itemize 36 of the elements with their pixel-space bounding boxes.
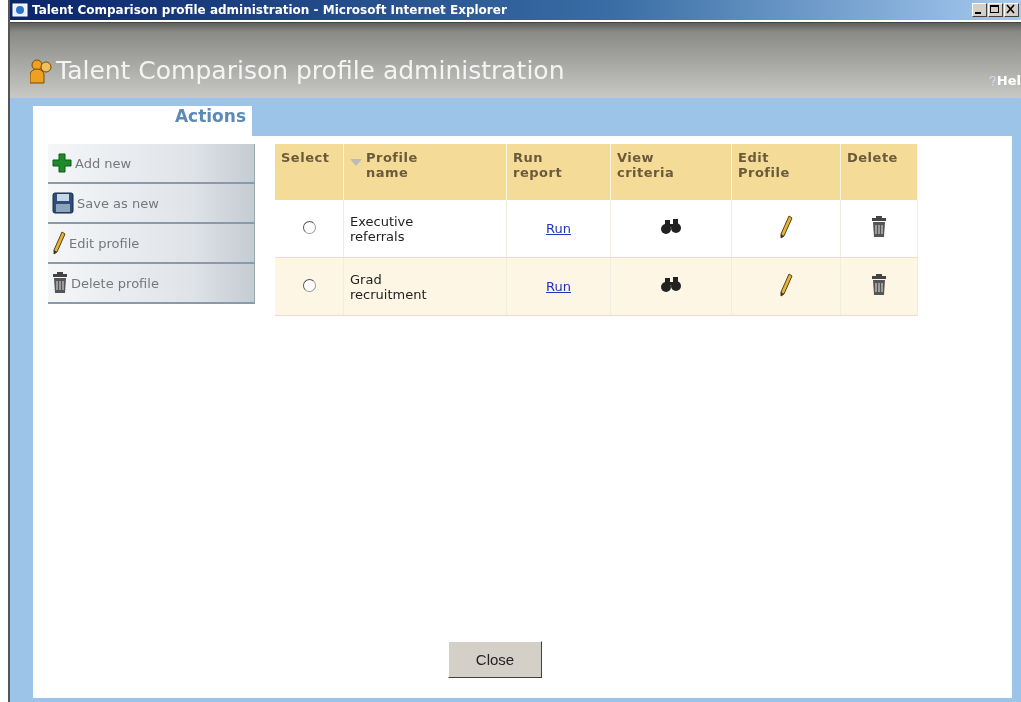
action-button[interactable]: Edit profile xyxy=(48,224,255,264)
run-link[interactable]: Run xyxy=(546,279,571,294)
action-button[interactable]: Add new xyxy=(48,144,255,184)
people-icon xyxy=(30,58,54,85)
minimize-icon xyxy=(975,12,981,14)
column-header[interactable]: Delete xyxy=(847,150,898,165)
help-icon xyxy=(988,75,996,86)
close-window-button[interactable] xyxy=(1004,3,1019,17)
plus-icon xyxy=(52,153,72,173)
pencil-icon xyxy=(779,273,793,297)
page-title: Talent Comparison profile administration xyxy=(56,56,566,85)
column-header[interactable]: Profile name xyxy=(366,150,418,180)
action-button[interactable]: Delete profile xyxy=(48,264,255,304)
window-title: Talent Comparison profile administration - Microsoft Internet Explorer xyxy=(32,3,508,17)
edit-profile-button[interactable] xyxy=(779,215,793,242)
profile-name: Grad recruitment xyxy=(350,271,427,302)
binoculars-icon xyxy=(661,277,681,293)
trash-can-icon xyxy=(52,272,68,294)
column-header[interactable]: Select xyxy=(281,150,330,165)
radio-button[interactable] xyxy=(302,220,316,234)
pencil-icon xyxy=(779,215,793,239)
maximize-icon xyxy=(989,4,1000,14)
minimize-button[interactable] xyxy=(972,3,987,17)
trash-can-icon xyxy=(871,216,887,238)
radio-button[interactable] xyxy=(302,278,316,292)
run-link[interactable]: Run xyxy=(546,221,571,236)
close-button[interactable]: Close xyxy=(448,641,542,678)
trash-can-icon xyxy=(871,274,887,296)
edit-profile-button[interactable] xyxy=(779,273,793,300)
browser-logo-icon xyxy=(12,2,28,18)
pencil-icon xyxy=(52,231,66,255)
action-button[interactable]: Save as new xyxy=(48,184,255,224)
binoculars-icon xyxy=(661,219,681,235)
profile-name: Executive referrals xyxy=(350,213,414,244)
close-icon xyxy=(1005,4,1016,14)
maximize-button[interactable] xyxy=(988,3,1003,17)
